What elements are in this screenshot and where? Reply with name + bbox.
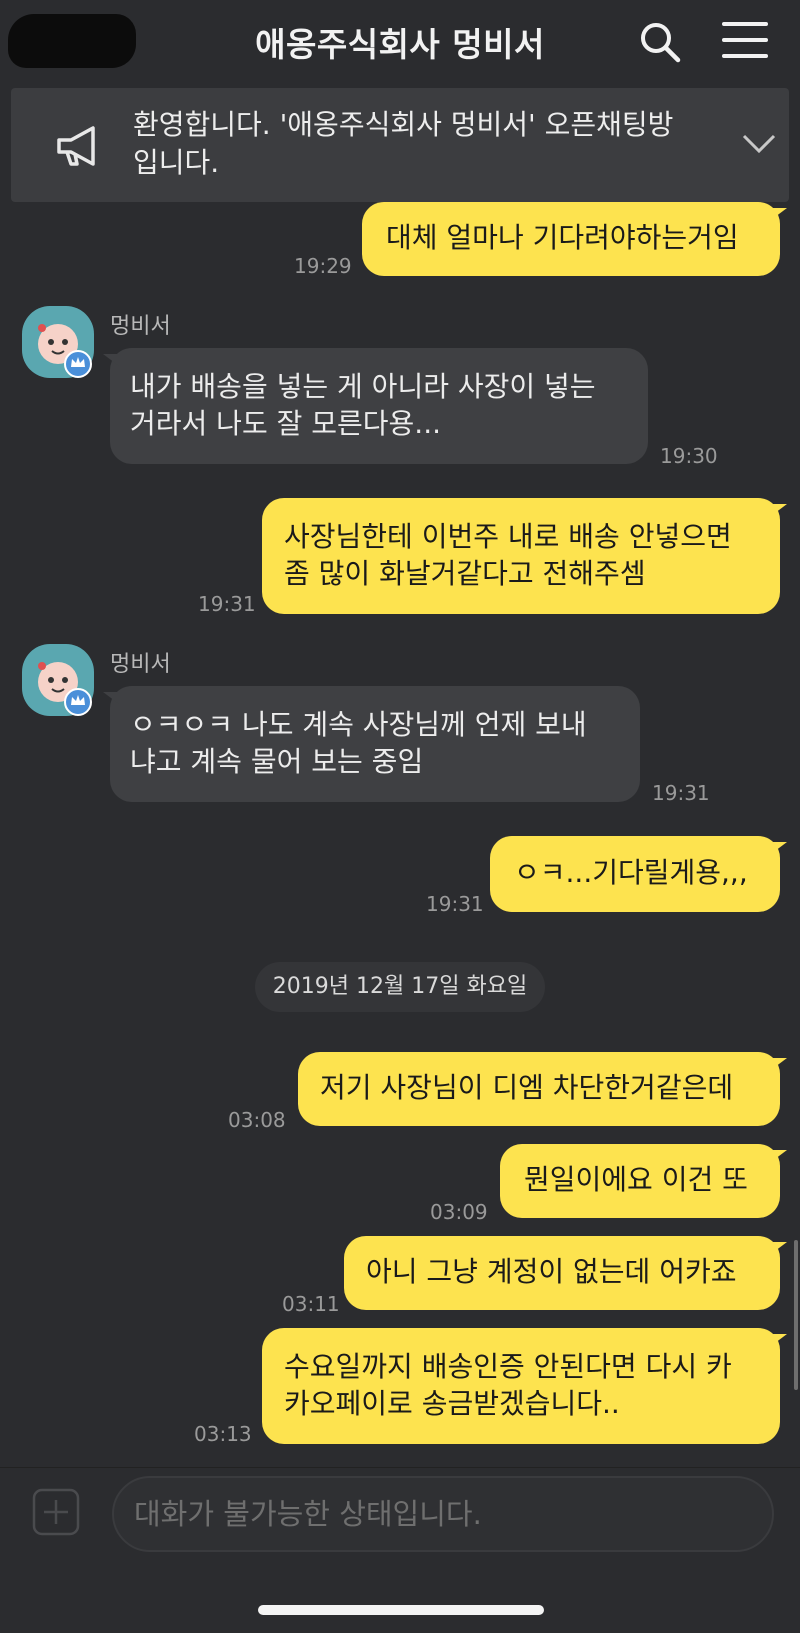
search-icon[interactable] bbox=[638, 20, 682, 64]
notice-text: 환영합니다. '애옹주식회사 멍비서' 오픈채팅방 입니다. bbox=[133, 106, 723, 182]
message-time: 03:08 bbox=[228, 1108, 286, 1132]
message-time: 19:31 bbox=[198, 592, 256, 616]
megaphone-icon bbox=[57, 126, 95, 166]
notice-line-1: 환영합니다. '애옹주식회사 멍비서' 오픈채팅방 bbox=[133, 108, 674, 141]
avatar[interactable] bbox=[22, 644, 94, 716]
top-bar: 애옹주식회사 멍비서 bbox=[0, 0, 800, 84]
message-time: 03:13 bbox=[194, 1422, 252, 1446]
hamburger-menu-icon[interactable] bbox=[722, 20, 768, 60]
message-line: 거라서 나도 잘 모른다용... bbox=[130, 407, 442, 440]
my-message-bubble[interactable]: ㅇㅋ...기다릴게용,,, bbox=[490, 836, 787, 912]
message-line: 사장님한테 이번주 내로 배송 안넣으면 bbox=[284, 520, 732, 553]
sender-name: 멍비서 bbox=[110, 314, 171, 339]
message-time: 03:09 bbox=[430, 1200, 488, 1224]
their-message-bubble[interactable]: 내가 배송을 넣는 게 아니라 사장이 넣는 거라서 나도 잘 모른다용... bbox=[103, 348, 648, 464]
message-line: 수요일까지 배송인증 안된다면 다시 카 bbox=[284, 1350, 732, 1383]
message-time: 19:31 bbox=[426, 892, 484, 916]
date-divider: 2019년 12월 17일 화요일 bbox=[255, 962, 545, 1012]
message-line: 좀 많이 화날거같다고 전해주셈 bbox=[284, 557, 646, 590]
notice-banner[interactable]: 환영합니다. '애옹주식회사 멍비서' 오픈채팅방 입니다. bbox=[11, 88, 789, 202]
chevron-down-icon[interactable] bbox=[741, 128, 777, 158]
message-text: ㅇㅋ...기다릴게용,,, bbox=[514, 856, 748, 889]
message-text: 아니 그냥 계정이 없는데 어카죠 bbox=[366, 1255, 737, 1288]
message-line: 냐고 계속 물어 보는 중임 bbox=[130, 745, 424, 778]
my-message-bubble[interactable]: 저기 사장님이 디엠 차단한거같은데 bbox=[298, 1052, 787, 1126]
their-message-bubble[interactable]: ㅇㅋㅇㅋ 나도 계속 사장님께 언제 보내 냐고 계속 물어 보는 중임 bbox=[103, 686, 640, 802]
message-time: 19:31 bbox=[652, 781, 710, 805]
message-line: 카오페이로 송금받겠습니다.. bbox=[284, 1387, 620, 1420]
my-message-bubble[interactable]: 뭔일이에요 이건 또 bbox=[500, 1144, 787, 1218]
message-time: 19:30 bbox=[660, 444, 718, 468]
sender-name: 멍비서 bbox=[110, 652, 171, 677]
my-message-bubble[interactable]: 아니 그냥 계정이 없는데 어카죠 bbox=[344, 1236, 787, 1310]
plus-icon[interactable] bbox=[32, 1488, 80, 1536]
my-message-bubble[interactable]: 사장님한테 이번주 내로 배송 안넣으면 좀 많이 화날거같다고 전해주셈 bbox=[262, 498, 787, 614]
message-text: 뭔일이에요 이건 또 bbox=[524, 1163, 748, 1196]
message-input[interactable]: 대화가 불가능한 상태입니다. bbox=[112, 1476, 774, 1552]
message-line: ㅇㅋㅇㅋ 나도 계속 사장님께 언제 보내 bbox=[130, 708, 587, 741]
message-line: 내가 배송을 넣는 게 아니라 사장이 넣는 bbox=[130, 370, 596, 403]
message-text: 저기 사장님이 디엠 차단한거같은데 bbox=[320, 1071, 734, 1104]
my-message-bubble[interactable]: 대체 얼마나 기다려야하는거임 bbox=[362, 202, 787, 276]
home-indicator[interactable] bbox=[258, 1605, 544, 1615]
message-text: 대체 얼마나 기다려야하는거임 bbox=[386, 221, 739, 254]
avatar[interactable] bbox=[22, 306, 94, 378]
notice-line-2: 입니다. bbox=[133, 146, 220, 179]
my-message-bubble[interactable]: 수요일까지 배송인증 안된다면 다시 카 카오페이로 송금받겠습니다.. bbox=[262, 1328, 787, 1444]
scrollbar[interactable] bbox=[794, 1240, 798, 1390]
message-time: 03:11 bbox=[282, 1292, 340, 1316]
message-time: 19:29 bbox=[294, 254, 352, 278]
